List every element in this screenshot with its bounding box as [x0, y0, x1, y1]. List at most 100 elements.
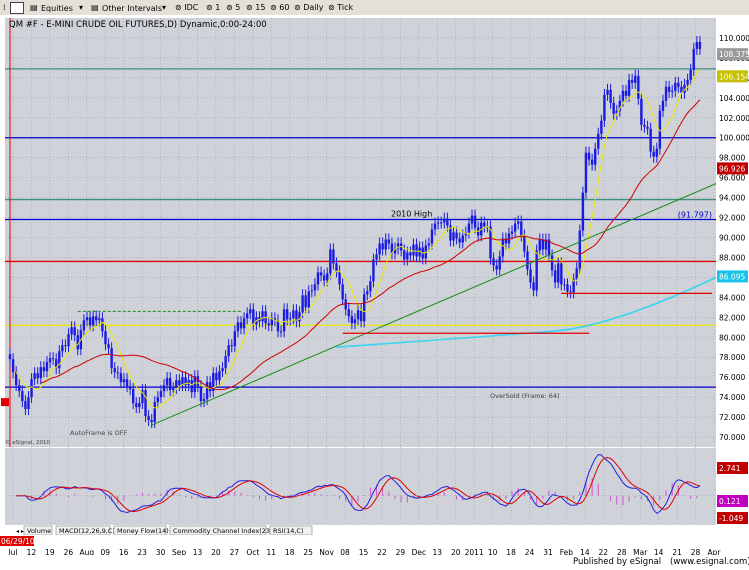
candle-body [307, 291, 310, 308]
candle-body [569, 291, 572, 293]
x-tick-label: 14 [654, 548, 664, 555]
indicator-panel [5, 448, 716, 525]
candle-body [319, 272, 323, 276]
candle-body [286, 309, 289, 320]
indicator-tab-label: Money Flow(14) [117, 527, 169, 535]
candle-body [452, 232, 455, 241]
candle-body [153, 402, 156, 423]
x-tick-label: 15 [359, 548, 369, 555]
scroll-marker-red [1, 398, 9, 407]
candle-body [95, 316, 98, 321]
chevron-down-icon[interactable]: ▾ [79, 2, 83, 13]
candle-body [535, 250, 538, 291]
candle-body [242, 318, 246, 329]
candle-body [467, 223, 471, 233]
x-tick-label: 30 [156, 548, 166, 555]
candle-body [560, 263, 563, 285]
candle-body [578, 230, 581, 269]
candle-body [338, 271, 341, 285]
y-tick-label: 76.000 [719, 373, 745, 382]
candle-body [159, 391, 163, 398]
candle-body [590, 159, 594, 165]
interval-5-button[interactable]: ⊚ 5 [226, 2, 240, 13]
candle-body [627, 79, 631, 96]
x-tick-label: Jul [7, 548, 17, 555]
candle-body [510, 231, 514, 234]
indicator-tab-label: RSI(14,C) [273, 527, 304, 535]
candle-body [85, 317, 89, 321]
y-tick-label: 88.000 [719, 253, 745, 262]
footer: Published by eSignal (www.esignal.com) [0, 555, 749, 570]
menu-grip-icon[interactable]: ⁞ [3, 2, 6, 13]
candle-body [353, 319, 357, 324]
equities-dropdown[interactable]: Equities [40, 2, 74, 15]
candle-body [587, 152, 591, 160]
candle-body [646, 126, 649, 129]
interval-1-button[interactable]: ⊚ 1 [206, 2, 220, 13]
candle-body [27, 397, 30, 410]
candle-body [165, 378, 169, 386]
interval-15-button[interactable]: ⊚ 15 [246, 2, 265, 13]
interval-60-button[interactable]: ⊚ 60 [270, 2, 289, 13]
candle-body [135, 403, 138, 408]
candle-body [88, 317, 92, 326]
candle-body [412, 244, 415, 256]
indicator-tag-label: 2.741 [719, 464, 741, 473]
interval-tick-button[interactable]: ⊚ Tick [328, 2, 353, 13]
chart-area[interactable]: 70.000 72.000 74.000 76.000 78.000 80.000 82.0… [0, 15, 749, 555]
candle-body [335, 263, 338, 272]
candle-body [202, 399, 206, 402]
interval-daily-button[interactable]: ⊚ Daily [294, 2, 324, 13]
candle-body [427, 243, 431, 246]
candle-body [24, 401, 27, 410]
candle-body [341, 284, 344, 300]
indicator-tab-label: Volume [27, 527, 51, 535]
candle-body [239, 322, 243, 329]
y-tick-label: 100.000 [719, 134, 749, 143]
price-tag-label: 86.095 [719, 272, 745, 281]
candle-body [221, 368, 224, 372]
candle-body [455, 232, 458, 239]
price-tag-label: 106.154 [719, 72, 749, 81]
candle-body [375, 254, 378, 260]
folder-icon: ▤ [30, 3, 38, 12]
candle-body [409, 252, 412, 256]
y-tick-label: 110.000 [719, 34, 749, 43]
candle-body [292, 310, 295, 319]
other-intervals-dropdown[interactable]: Other Intervals [101, 2, 163, 15]
candle-body [329, 249, 332, 274]
candle-body [8, 354, 12, 360]
candle-body [689, 69, 692, 80]
candle-body [584, 152, 588, 193]
chevron-down-icon-2[interactable]: ▾ [162, 2, 166, 13]
candle-body [33, 373, 36, 380]
x-tick-label: 27 [230, 548, 240, 555]
candle-body [557, 263, 560, 283]
interval-15-label: 15 [255, 3, 266, 12]
candle-body [597, 133, 600, 149]
x-tick-label: 2011 [465, 548, 484, 555]
candle-body [138, 403, 141, 408]
candle-body [637, 75, 640, 99]
candle-body [245, 313, 249, 319]
candle-body [82, 320, 86, 331]
symbol-box-icon[interactable] [10, 2, 24, 14]
candle-body [113, 368, 116, 373]
candle-body [600, 120, 603, 134]
y-tick-label: 70.000 [719, 433, 745, 442]
candle-body [550, 255, 554, 271]
candle-body [316, 272, 320, 285]
interval-idc-button[interactable]: ⊚ IDC [175, 2, 198, 13]
x-tick-label: 19 [45, 548, 55, 555]
candle-body [168, 378, 172, 391]
x-tick-label: 18 [506, 548, 516, 555]
x-tick-label: Aug [79, 548, 94, 555]
candle-body [282, 309, 286, 332]
candle-body [190, 380, 193, 393]
x-tick-label: 26 [64, 548, 74, 555]
candle-body [42, 367, 46, 372]
candle-body [91, 316, 95, 326]
candle-body [492, 258, 495, 266]
candle-body [304, 295, 307, 308]
y-tick-label: 92.000 [719, 214, 745, 223]
